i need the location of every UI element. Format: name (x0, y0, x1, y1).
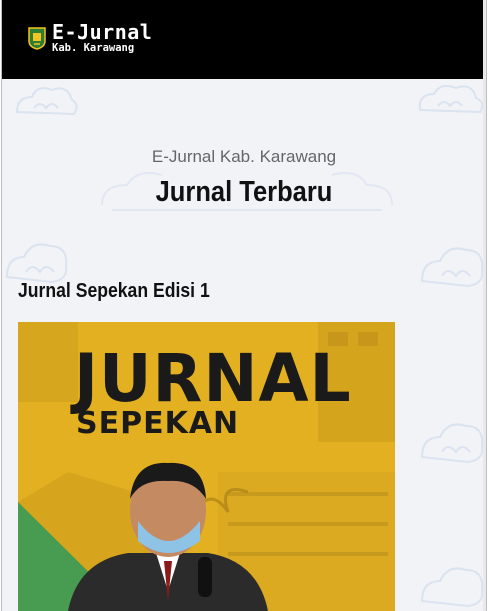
post-thumbnail-image[interactable]: JURNAL SEPEKAN (18, 322, 395, 611)
person-portrait-illustration (68, 462, 268, 611)
section-kicker: E-Jurnal Kab. Karawang (151, 147, 337, 166)
home-logo-link[interactable]: E-Jurnal Kab. Karawang (28, 22, 152, 54)
cloud-ornament-icon (418, 85, 484, 114)
top-navbar: E-Jurnal Kab. Karawang (2, 0, 486, 79)
cloud-ornament-icon (15, 87, 78, 116)
cloud-ornament-icon (420, 247, 484, 288)
brand-title: E-Jurnal (52, 20, 153, 44)
cloud-ornament-icon (420, 567, 484, 608)
karawang-emblem-icon (28, 27, 46, 50)
cloud-ornament-icon (420, 423, 484, 464)
section-title: Jurnal Terbaru (155, 176, 333, 208)
vertical-scrollbar[interactable] (483, 0, 486, 611)
page: E-Jurnal Kab. Karawang E-Jurnal Kab. Kar… (1, 0, 487, 611)
brand-text: E-Jurnal Kab. Karawang (52, 22, 152, 54)
post-title-link[interactable]: Jurnal Sepekan Edisi 1 (18, 280, 210, 303)
thumbnail-subheadline: SEPEKAN (76, 406, 240, 441)
brand-subtitle: Kab. Karawang (52, 42, 135, 54)
